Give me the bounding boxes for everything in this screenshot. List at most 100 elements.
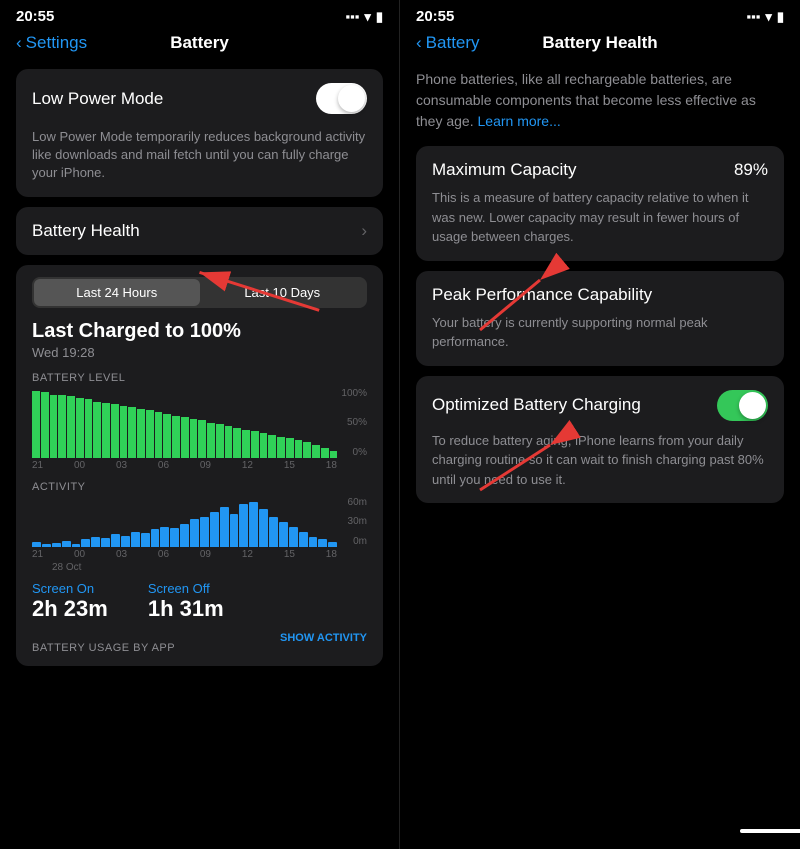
signal-icon-r: ▪▪▪ <box>746 9 760 24</box>
battery-bar <box>251 431 259 458</box>
screen-off-label: Screen Off <box>148 581 224 596</box>
tab-10d[interactable]: Last 10 Days <box>200 279 366 306</box>
status-bar-right: 20:55 ▪▪▪ ▾ ▮ <box>400 0 800 29</box>
nav-bar-left: ‹ Settings Battery <box>0 29 399 61</box>
activity-bar <box>318 539 327 547</box>
charged-time: Wed 19:28 <box>32 345 367 360</box>
low-power-card: Low Power Mode Low Power Mode temporaril… <box>16 69 383 197</box>
back-button-left[interactable]: ‹ Settings <box>16 33 87 53</box>
page-title-left: Battery <box>170 33 229 53</box>
activity-bar <box>151 529 160 547</box>
peak-performance-desc: Your battery is currently supporting nor… <box>432 313 768 352</box>
toggle-knob-optimized <box>739 392 766 419</box>
tab-24h[interactable]: Last 24 Hours <box>34 279 200 306</box>
battery-bar <box>216 424 224 458</box>
activity-bar <box>121 536 130 547</box>
activity-bar <box>210 512 219 547</box>
activity-bar <box>239 504 248 547</box>
left-screen: 20:55 ▪▪▪ ▾ ▮ ‹ Settings Battery Low Pow… <box>0 0 400 849</box>
nav-bar-right: ‹ Battery Battery Health <box>400 29 800 61</box>
wifi-icon: ▾ <box>364 9 371 25</box>
wifi-icon-r: ▾ <box>765 9 772 25</box>
battery-bar <box>233 428 241 457</box>
back-label-left: Settings <box>26 33 87 53</box>
activity-bar <box>170 528 179 547</box>
activity-bar <box>32 542 41 547</box>
chevron-right-icon: › <box>361 221 367 241</box>
battery-bar <box>190 419 198 458</box>
tab-selector[interactable]: Last 24 Hours Last 10 Days <box>32 277 367 308</box>
screen-off-section: Screen Off 1h 31m <box>148 581 224 622</box>
learn-more-link[interactable]: Learn more... <box>478 113 561 129</box>
battery-bar <box>111 404 119 457</box>
signal-icon: ▪▪▪ <box>345 9 359 24</box>
battery-bar <box>321 448 329 458</box>
battery-bar <box>102 403 110 458</box>
battery-right-labels: 100% 50% 0% <box>341 388 367 458</box>
activity-bar <box>180 524 189 547</box>
activity-chart-container: 60m 30m 0m <box>32 497 367 547</box>
battery-bar <box>181 417 189 458</box>
max-capacity-desc: This is a measure of battery capacity re… <box>432 188 768 247</box>
show-activity-button[interactable]: SHOW ACTIVITY <box>280 632 367 654</box>
battery-bar <box>93 402 101 458</box>
screen-on-section: Screen On 2h 23m <box>32 581 108 622</box>
intro-text: Phone batteries, like all rechargeable b… <box>416 69 784 132</box>
battery-bar <box>120 406 128 458</box>
activity-bar <box>91 537 100 547</box>
battery-bar <box>277 437 285 458</box>
activity-bar <box>200 517 209 547</box>
battery-bar <box>50 395 58 458</box>
low-power-toggle[interactable] <box>316 83 367 114</box>
activity-bar <box>190 519 199 547</box>
activity-bar <box>101 538 110 547</box>
battery-bar <box>260 433 268 458</box>
chevron-left-icon-r: ‹ <box>416 33 422 53</box>
battery-bar <box>198 420 206 457</box>
low-power-desc: Low Power Mode temporarily reduces backg… <box>16 128 383 197</box>
low-power-label: Low Power Mode <box>32 89 163 109</box>
screen-on-label: Screen On <box>32 581 108 596</box>
activity-bar <box>279 522 288 547</box>
optimized-label: Optimized Battery Charging <box>432 395 641 415</box>
battery-bar <box>58 395 66 458</box>
battery-icon: ▮ <box>376 9 383 25</box>
battery-bar <box>67 396 75 458</box>
battery-bar <box>155 412 163 458</box>
back-button-right[interactable]: ‹ Battery <box>416 33 480 53</box>
activity-bar <box>160 527 169 547</box>
battery-bar <box>76 398 84 458</box>
battery-bar <box>128 407 136 457</box>
status-icons-right: ▪▪▪ ▾ ▮ <box>746 9 784 25</box>
low-power-row: Low Power Mode <box>16 69 383 128</box>
home-bar <box>740 829 800 833</box>
screen-on-time: 2h 23m <box>32 596 108 622</box>
activity-bar <box>269 517 278 547</box>
home-indicator-right <box>400 821 800 841</box>
battery-bar <box>330 451 338 458</box>
battery-health-row[interactable]: Battery Health › <box>16 207 383 255</box>
activity-bar <box>299 532 308 547</box>
activity-bar <box>72 544 81 547</box>
level-50: 50% <box>341 417 367 428</box>
battery-level-chart-container: 100% 50% 0% <box>32 388 367 458</box>
back-label-right: Battery <box>426 33 480 53</box>
activity-bar <box>328 542 337 547</box>
max-capacity-value: 89% <box>734 160 768 180</box>
battery-bar <box>268 435 276 457</box>
activity-bar <box>52 543 61 547</box>
activity-bar <box>220 507 229 547</box>
battery-bar <box>41 392 49 457</box>
time-left: 20:55 <box>16 8 54 25</box>
bottom-row: BATTERY USAGE BY APP SHOW ACTIVITY <box>32 632 367 654</box>
chevron-left-icon: ‹ <box>16 33 22 53</box>
level-0: 0% <box>341 447 367 458</box>
status-bar-left: 20:55 ▪▪▪ ▾ ▮ <box>0 0 399 29</box>
optimized-toggle[interactable] <box>717 390 768 421</box>
activity-bar <box>141 533 150 547</box>
activity-chart <box>32 497 367 547</box>
battery-icon-r: ▮ <box>777 9 784 25</box>
optimized-desc: To reduce battery aging, iPhone learns f… <box>432 431 768 490</box>
level-100: 100% <box>341 388 367 399</box>
battery-bar <box>286 438 294 458</box>
